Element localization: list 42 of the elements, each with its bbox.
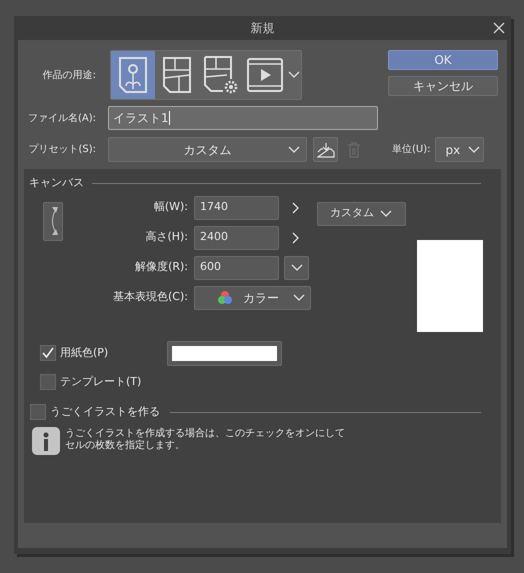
unit-dropdown[interactable]: px	[434, 137, 484, 162]
number-field[interactable]: 600	[194, 256, 279, 280]
checkbox-label: テンプレート(T)	[60, 374, 142, 390]
paper-color-swatch[interactable]	[167, 340, 282, 366]
film-play-icon	[247, 58, 283, 92]
size-preset-dropdown[interactable]: カスタム	[317, 202, 406, 226]
field-label: プリセット(S):	[27, 142, 97, 157]
save-preset-button[interactable]	[313, 137, 338, 162]
info-text: うごくイラストを作成する場合は、このチェックをオンにして	[65, 428, 345, 440]
checkbox-label: 用紙色(P)	[60, 344, 110, 361]
checkbox-label: うごくイラストを作る	[50, 404, 160, 420]
field-label: 高さ(H):	[144, 229, 189, 246]
dropdown-button[interactable]	[284, 256, 309, 280]
close-icon[interactable]	[493, 22, 505, 34]
color-mode-dropdown[interactable]: カラー	[194, 286, 311, 310]
info-icon	[32, 426, 60, 454]
swap-orientation-button[interactable]	[43, 202, 63, 240]
ok-button[interactable]: OK	[388, 50, 498, 70]
color-circles-icon	[217, 290, 233, 306]
field-label: 作品の用途:	[42, 68, 97, 82]
section-title: キャンバス	[29, 175, 84, 191]
paper-color-checkbox[interactable]	[40, 345, 56, 361]
animation-checkbox[interactable]	[30, 404, 46, 420]
info-text: セルの枚数を指定します。	[65, 440, 186, 452]
cancel-button[interactable]: キャンセル	[388, 76, 498, 96]
template-checkbox[interactable]	[40, 374, 56, 390]
preset-dropdown[interactable]: カスタム	[108, 137, 307, 162]
comic-page-icon	[162, 56, 192, 94]
field-label: 幅(W):	[152, 199, 189, 216]
chevron-right-icon[interactable]	[292, 232, 300, 244]
comic-page-gear-icon	[203, 55, 239, 95]
field-label: 基本表現色(C):	[112, 289, 189, 306]
number-field[interactable]: 2400	[194, 226, 279, 250]
window-title: 新規	[250, 20, 274, 37]
field-label: ファイル名(A):	[26, 112, 97, 126]
illustration-icon	[118, 56, 148, 94]
field-label: 解像度(R):	[134, 259, 189, 276]
number-field[interactable]: 1740	[194, 196, 279, 220]
file-name-field[interactable]: イラスト1	[108, 106, 378, 130]
purpose-option-button[interactable]	[111, 51, 155, 99]
chevron-right-icon[interactable]	[292, 202, 300, 214]
field-label: 単位(U):	[392, 143, 430, 157]
